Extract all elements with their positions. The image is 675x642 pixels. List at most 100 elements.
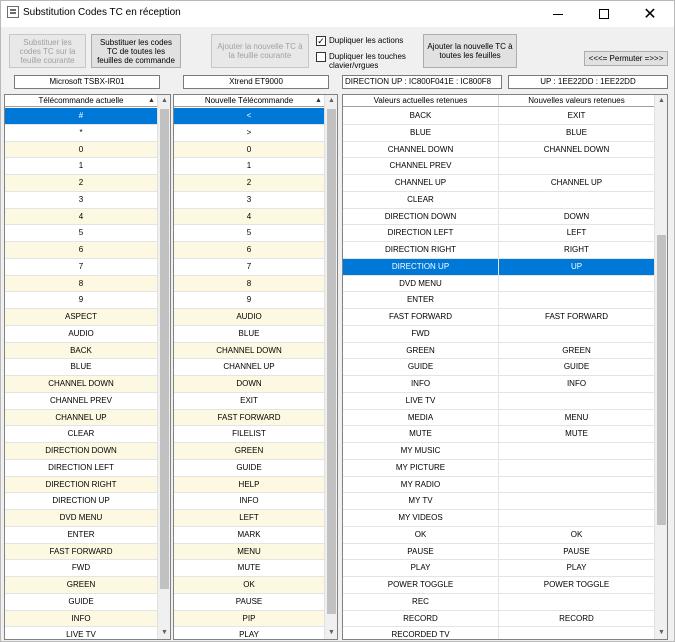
table-row[interactable]: DIRECTION UP bbox=[5, 493, 157, 510]
table-row[interactable]: CHANNEL DOWN bbox=[5, 376, 157, 393]
table-row[interactable]: BACK EXIT bbox=[343, 108, 654, 125]
table-row[interactable]: OK bbox=[174, 577, 324, 594]
table-row[interactable]: GUIDE GUIDE bbox=[343, 359, 654, 376]
table-row[interactable]: MY RADIO bbox=[343, 476, 654, 494]
table-row[interactable]: PIP bbox=[174, 610, 324, 628]
table-row[interactable]: 6 bbox=[174, 242, 324, 259]
scroll-down-icon[interactable]: ▼ bbox=[655, 627, 667, 639]
table-row[interactable]: # bbox=[5, 108, 157, 125]
table-row[interactable]: GREEN GREEN bbox=[343, 342, 654, 360]
scroll-thumb[interactable] bbox=[327, 109, 336, 614]
table-row[interactable]: 9 bbox=[174, 292, 324, 309]
duplicate-keys-check-box[interactable] bbox=[316, 52, 326, 62]
table-row[interactable]: MY PICTURE bbox=[343, 459, 654, 477]
table-row[interactable]: DIRECTION UP UP bbox=[343, 258, 654, 276]
table-row[interactable]: CHANNEL DOWN CHANNEL DOWN bbox=[343, 141, 654, 159]
table-row[interactable]: DIRECTION LEFT LEFT bbox=[343, 225, 654, 242]
table-row[interactable]: 0 bbox=[174, 141, 324, 159]
table-row[interactable]: DIRECTION DOWN bbox=[5, 443, 157, 460]
scroll-up-icon[interactable]: ▲ bbox=[655, 95, 667, 107]
table-row[interactable]: 7 bbox=[5, 259, 157, 276]
scroll-down-icon[interactable]: ▼ bbox=[325, 627, 337, 639]
table-row[interactable]: ASPECT bbox=[5, 309, 157, 326]
duplicate-actions-check-box[interactable]: ✓ bbox=[316, 36, 326, 46]
table-row[interactable]: GREEN bbox=[174, 443, 324, 460]
table-row[interactable]: 1 bbox=[5, 158, 157, 175]
table-row[interactable]: FAST FORWARD bbox=[5, 543, 157, 561]
table-row[interactable]: CHANNEL DOWN bbox=[174, 342, 324, 360]
scroll-up-icon[interactable]: ▲ bbox=[325, 95, 337, 107]
substitute-all-sheets-button[interactable]: Substituer les codes TC de toutes les fe… bbox=[91, 34, 181, 68]
table-row[interactable]: 9 bbox=[5, 292, 157, 309]
table-row[interactable]: EXIT bbox=[174, 393, 324, 410]
table-row[interactable]: 2 bbox=[5, 175, 157, 192]
current-values-column-header[interactable]: Valeurs actuelles retenues bbox=[343, 95, 499, 106]
table-row[interactable]: 5 bbox=[5, 225, 157, 242]
new-remote-scrollbar[interactable]: ▲ ▼ bbox=[324, 95, 337, 639]
table-row[interactable]: INFO bbox=[174, 493, 324, 510]
table-row[interactable]: MEDIA MENU bbox=[343, 409, 654, 427]
table-row[interactable]: RECORDED TV bbox=[343, 627, 654, 639]
table-row[interactable]: DIRECTION RIGHT RIGHT bbox=[343, 242, 654, 259]
table-row[interactable]: GREEN bbox=[5, 577, 157, 594]
table-row[interactable]: CLEAR bbox=[343, 191, 654, 209]
table-row[interactable]: OK OK bbox=[343, 526, 654, 544]
table-row[interactable]: 5 bbox=[174, 225, 324, 242]
table-row[interactable]: > bbox=[174, 125, 324, 142]
substitute-current-sheet-button[interactable]: Substituer les codes TC sur la feuille c… bbox=[9, 34, 86, 68]
table-row[interactable]: FWD bbox=[5, 560, 157, 577]
table-row[interactable]: INFO bbox=[5, 610, 157, 628]
table-row[interactable]: CHANNEL PREV bbox=[5, 393, 157, 410]
table-row[interactable]: PLAY PLAY bbox=[343, 560, 654, 577]
table-row[interactable]: BLUE BLUE bbox=[343, 124, 654, 142]
table-row[interactable]: DIRECTION LEFT bbox=[5, 460, 157, 477]
table-row[interactable]: MY MUSIC bbox=[343, 443, 654, 460]
table-row[interactable]: BLUE bbox=[5, 359, 157, 376]
table-row[interactable]: RECORD RECORD bbox=[343, 610, 654, 628]
table-row[interactable]: FAST FORWARD FAST FORWARD bbox=[343, 309, 654, 326]
table-row[interactable]: CHANNEL UP bbox=[174, 359, 324, 376]
current-remote-field[interactable]: Microsoft TSBX-IR01 bbox=[14, 75, 160, 89]
retained-values-scrollbar[interactable]: ▲ ▼ bbox=[654, 95, 667, 639]
table-row[interactable]: CHANNEL UP CHANNEL UP bbox=[343, 175, 654, 192]
table-row[interactable]: GUIDE bbox=[5, 594, 157, 611]
table-row[interactable]: BACK bbox=[5, 342, 157, 360]
table-row[interactable]: MY VIDEOS bbox=[343, 510, 654, 527]
table-row[interactable]: BLUE bbox=[174, 326, 324, 343]
add-remote-current-sheet-button[interactable]: Ajouter la nouvelle TC à la feuille cour… bbox=[211, 34, 309, 68]
duplicate-keys-checkbox[interactable]: Dupliquer les touches clavier/vrgues bbox=[316, 52, 421, 70]
table-row[interactable]: AUDIO bbox=[174, 309, 324, 326]
table-row[interactable]: LEFT bbox=[174, 510, 324, 527]
table-row[interactable]: CHANNEL UP bbox=[5, 409, 157, 427]
table-row[interactable]: LIVE TV bbox=[5, 627, 157, 639]
table-row[interactable]: GUIDE bbox=[174, 460, 324, 477]
table-row[interactable]: 6 bbox=[5, 242, 157, 259]
table-row[interactable]: FILELIST bbox=[174, 426, 324, 443]
table-row[interactable]: * bbox=[5, 125, 157, 142]
table-row[interactable]: POWER TOGGLE POWER TOGGLE bbox=[343, 577, 654, 594]
table-row[interactable]: MY TV bbox=[343, 493, 654, 510]
current-remote-scrollbar[interactable]: ▲ ▼ bbox=[157, 95, 170, 639]
table-row[interactable]: 8 bbox=[174, 275, 324, 293]
table-row[interactable]: MUTE bbox=[174, 560, 324, 577]
table-row[interactable]: PAUSE PAUSE bbox=[343, 543, 654, 561]
table-row[interactable]: PLAY bbox=[174, 627, 324, 639]
table-row[interactable]: ENTER bbox=[5, 527, 157, 544]
table-row[interactable]: 1 bbox=[174, 158, 324, 175]
retained-values-grid[interactable]: Valeurs actuelles retenues Nouvelles val… bbox=[342, 94, 668, 640]
table-row[interactable]: CLEAR bbox=[5, 426, 157, 443]
duplicate-actions-checkbox[interactable]: ✓ Dupliquer les actions bbox=[316, 36, 421, 46]
minimize-button[interactable] bbox=[535, 1, 581, 27]
table-row[interactable]: HELP bbox=[174, 476, 324, 494]
table-row[interactable]: 4 bbox=[174, 208, 324, 226]
table-row[interactable]: 3 bbox=[5, 192, 157, 209]
table-row[interactable]: DIRECTION RIGHT bbox=[5, 476, 157, 494]
table-row[interactable]: MENU bbox=[174, 543, 324, 561]
table-row[interactable]: 0 bbox=[5, 141, 157, 159]
new-codes-field[interactable]: UP : 1EE22DD : 1EE22DD bbox=[508, 75, 668, 89]
current-codes-field[interactable]: DIRECTION UP : IC800F041E : IC800F8 bbox=[342, 75, 502, 89]
table-row[interactable]: FAST FORWARD bbox=[174, 409, 324, 427]
table-row[interactable]: MUTE MUTE bbox=[343, 426, 654, 443]
table-row[interactable]: MARK bbox=[174, 527, 324, 544]
close-button[interactable]: ✕ bbox=[627, 1, 673, 27]
